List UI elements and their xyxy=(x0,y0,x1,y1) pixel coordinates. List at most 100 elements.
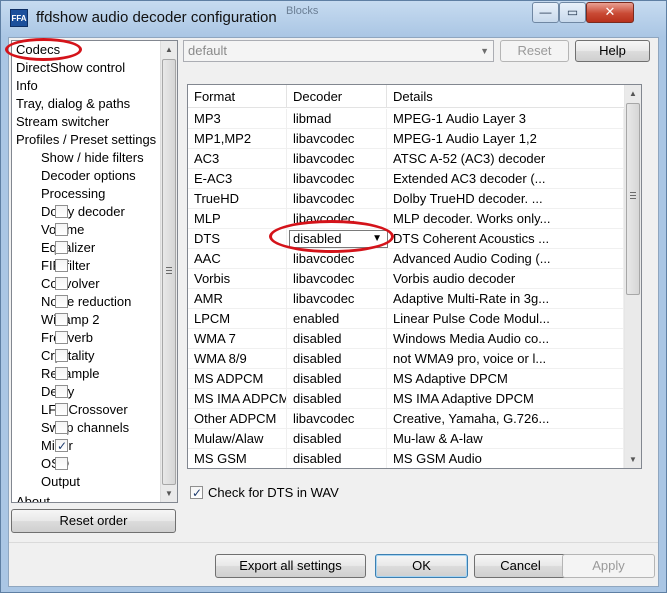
table-row[interactable]: Other ADPCM libavcodec Creative, Yamaha, G… xyxy=(188,409,624,429)
tree-item[interactable]: Show / hide filters xyxy=(41,149,144,167)
table-row[interactable]: AC3 libavcodec ATSC A-52 (AC3) decoder xyxy=(188,149,624,169)
decoder-cell[interactable]: libavcodec xyxy=(287,209,387,229)
help-button[interactable]: Help xyxy=(575,40,650,62)
decoder-dropdown[interactable]: disabled ▼ xyxy=(289,230,388,248)
table-row[interactable]: AMR libavcodec Adaptive Multi-Rate in 3g..… xyxy=(188,289,624,309)
table-row[interactable]: DTS disabled ▼ DTS Coherent Acoustics ... xyxy=(188,229,624,249)
column-header-details[interactable]: Details xyxy=(387,85,624,108)
decoder-cell[interactable]: libavcodec xyxy=(287,249,387,269)
check-dts-in-wav-checkbox[interactable] xyxy=(190,484,203,502)
cancel-button[interactable]: Cancel xyxy=(474,554,567,578)
column-header-format[interactable]: Format xyxy=(188,85,287,108)
decoder-cell[interactable]: disabled xyxy=(287,389,387,409)
table-row[interactable]: MS GSM disabled MS GSM Audio xyxy=(188,449,624,468)
tree-item[interactable]: Decoder options xyxy=(41,167,136,185)
tree-item[interactable]: Profiles / Preset settings xyxy=(16,131,156,149)
decoder-cell[interactable]: disabled xyxy=(287,349,387,369)
decoder-cell[interactable]: libavcodec xyxy=(287,149,387,169)
tree-item[interactable]: FIR filter xyxy=(41,257,90,275)
tree-item[interactable]: Crystality xyxy=(41,347,94,365)
table-row[interactable]: Vorbis libavcodec Vorbis audio decoder xyxy=(188,269,624,289)
scroll-thumb[interactable] xyxy=(162,59,176,485)
table-row[interactable]: E-AC3 libavcodec Extended AC3 decoder (... xyxy=(188,169,624,189)
decoder-cell[interactable]: disabled xyxy=(287,329,387,349)
close-button[interactable]: ✕ xyxy=(586,2,634,23)
scroll-up-arrow-icon[interactable]: ▲ xyxy=(161,41,177,58)
tree-item[interactable]: Codecs xyxy=(16,41,60,59)
tree-item[interactable]: Freeverb xyxy=(41,329,93,347)
codec-list[interactable]: Format Decoder Details ▲ ▼ MP3 libmad MPEG… xyxy=(187,84,642,469)
decoder-cell[interactable]: libavcodec xyxy=(287,269,387,289)
table-row[interactable]: MS IMA ADPCM disabled MS IMA Adaptive DPCM xyxy=(188,389,624,409)
scroll-down-arrow-icon[interactable]: ▼ xyxy=(161,485,177,502)
decoder-cell[interactable]: disabled xyxy=(287,449,387,468)
tree-item-checkbox[interactable] xyxy=(55,457,68,470)
tree-item-checkbox[interactable] xyxy=(55,277,68,290)
minimize-button[interactable]: — xyxy=(532,2,559,23)
tree-item[interactable]: Winamp 2 xyxy=(41,311,100,329)
tree-item[interactable]: Delay xyxy=(41,383,74,401)
tree-item[interactable]: Info xyxy=(16,77,38,95)
table-row[interactable]: TrueHD libavcodec Dolby TrueHD decoder. ..… xyxy=(188,189,624,209)
tree-item-checkbox[interactable] xyxy=(55,437,68,455)
tree-item-checkbox[interactable] xyxy=(55,349,68,362)
decoder-cell[interactable]: disabled xyxy=(287,369,387,389)
export-all-settings-button[interactable]: Export all settings xyxy=(215,554,366,578)
tree-scrollbar[interactable]: ▲ ▼ xyxy=(160,41,177,502)
tree-item-checkbox[interactable] xyxy=(55,385,68,398)
tree-item-checkbox[interactable] xyxy=(55,223,68,236)
tree-item[interactable]: Volume xyxy=(41,221,84,239)
tree-item[interactable]: Convolver xyxy=(41,275,100,293)
tree-item[interactable]: Tray, dialog & paths xyxy=(16,95,130,113)
table-row[interactable]: Mulaw/Alaw disabled Mu-law & A-law xyxy=(188,429,624,449)
tree-item-checkbox[interactable] xyxy=(55,421,68,434)
preset-dropdown[interactable]: default ▼ xyxy=(183,40,494,62)
decoder-cell[interactable]: libmad xyxy=(287,109,387,129)
decoder-cell[interactable]: libavcodec xyxy=(287,189,387,209)
tree-item[interactable]: Mixer xyxy=(41,437,73,455)
tree-item-checkbox[interactable] xyxy=(55,205,68,218)
scroll-down-arrow-icon[interactable]: ▼ xyxy=(625,451,641,468)
tree-item[interactable]: Equalizer xyxy=(41,239,95,257)
table-row[interactable]: AAC libavcodec Advanced Audio Coding (... xyxy=(188,249,624,269)
table-row[interactable]: MP3 libmad MPEG-1 Audio Layer 3 xyxy=(188,109,624,129)
table-row[interactable]: MS ADPCM disabled MS Adaptive DPCM xyxy=(188,369,624,389)
tree-item-checkbox[interactable] xyxy=(55,331,68,344)
title-bar[interactable]: FFA ffdshow audio decoder configuration … xyxy=(1,1,666,37)
scroll-thumb[interactable] xyxy=(626,103,640,295)
table-row[interactable]: WMA 8/9 disabled not WMA9 pro, voice or l.… xyxy=(188,349,624,369)
column-header-decoder[interactable]: Decoder xyxy=(287,85,387,108)
maximize-button[interactable]: ▭ xyxy=(559,2,586,23)
decoder-cell[interactable]: disabled xyxy=(287,429,387,449)
tree-item[interactable]: OSD xyxy=(41,455,69,473)
tree-item[interactable]: About xyxy=(16,493,50,502)
tree-item-checkbox[interactable] xyxy=(55,259,68,272)
table-row[interactable]: WMA 7 disabled Windows Media Audio co... xyxy=(188,329,624,349)
codec-list-scrollbar[interactable]: ▲ ▼ xyxy=(624,85,641,468)
tree-item-checkbox[interactable] xyxy=(55,295,68,308)
tree-item-checkbox[interactable] xyxy=(55,313,68,326)
apply-button[interactable]: Apply xyxy=(562,554,655,578)
tree-item-checkbox[interactable] xyxy=(55,367,68,380)
decoder-cell[interactable]: libavcodec xyxy=(287,169,387,189)
tree-item[interactable]: Swap channels xyxy=(41,419,129,437)
table-row[interactable]: MLP libavcodec MLP decoder. Works only... xyxy=(188,209,624,229)
tree-item-checkbox[interactable] xyxy=(55,241,68,254)
decoder-cell[interactable]: libavcodec xyxy=(287,129,387,149)
table-row[interactable]: LPCM enabled Linear Pulse Code Modul... xyxy=(188,309,624,329)
tree-item[interactable]: Dolby decoder xyxy=(41,203,125,221)
decoder-cell[interactable]: enabled xyxy=(287,309,387,329)
decoder-cell[interactable]: libavcodec xyxy=(287,409,387,429)
tree-item[interactable]: LFE Crossover xyxy=(41,401,128,419)
tree-item[interactable]: DirectShow control xyxy=(16,59,125,77)
scroll-up-arrow-icon[interactable]: ▲ xyxy=(625,85,641,102)
reset-order-button[interactable]: Reset order xyxy=(11,509,176,533)
table-row[interactable]: MP1,MP2 libavcodec MPEG-1 Audio Layer 1,2 xyxy=(188,129,624,149)
decoder-cell[interactable]: libavcodec xyxy=(287,289,387,309)
ok-button[interactable]: OK xyxy=(375,554,468,578)
tree-item[interactable]: Stream switcher xyxy=(16,113,109,131)
tree-item[interactable]: Processing xyxy=(41,185,105,203)
tree-item[interactable]: Noise reduction xyxy=(41,293,131,311)
settings-tree[interactable]: ▲ ▼ Codecs DirectShow control Info Tray, di… xyxy=(11,40,178,503)
tree-item-checkbox[interactable] xyxy=(55,403,68,416)
